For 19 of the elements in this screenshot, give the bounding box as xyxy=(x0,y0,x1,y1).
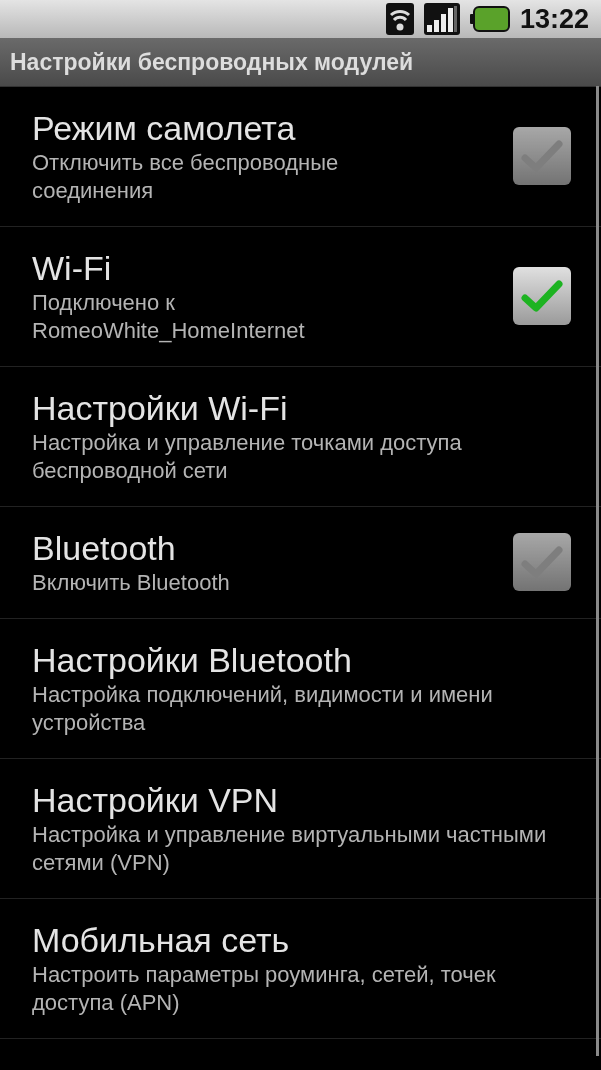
setting-title[interactable]: Настройки Wi-Fi xyxy=(32,387,571,429)
setting-summary: Настройка и управление точками доступа беспроводной сети xyxy=(32,429,463,485)
screen-title: Настройки беспроводных модулей xyxy=(10,48,414,76)
checkbox[interactable] xyxy=(513,267,571,325)
setting-title[interactable]: Настройки VPN xyxy=(32,779,571,821)
setting-summary: Настроить параметры роуминга, сетей, точек доступа (APN) xyxy=(32,961,497,1017)
clock: 13:22 xyxy=(519,3,589,35)
wifi-icon xyxy=(385,3,414,35)
signal-icon xyxy=(423,3,460,35)
setting-title[interactable]: Wi-Fi xyxy=(32,247,513,289)
setting-summary: Настройка подключений, видимости и имени устройства xyxy=(32,681,494,737)
setting-summary: Включить Bluetooth xyxy=(32,569,231,597)
setting-summary: Подключено к RomeoWhite_HomeInternet xyxy=(32,289,306,345)
setting-title[interactable]: Настройки Bluetooth xyxy=(32,639,571,681)
setting-title[interactable]: Мобильная сеть xyxy=(32,919,571,961)
setting-summary: Настройка и управление виртуальными частными сетями (VPN) xyxy=(32,821,548,877)
setting-summary: Отключить все беспроводные соединения xyxy=(32,149,340,205)
check-icon xyxy=(521,278,563,314)
battery-icon xyxy=(469,6,510,32)
